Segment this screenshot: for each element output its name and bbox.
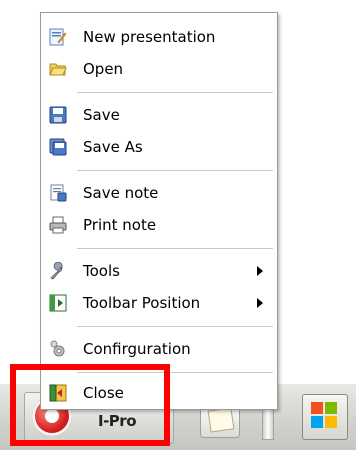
menu-separator [77, 326, 273, 327]
menu-item-save-note[interactable]: Save note [41, 179, 277, 207]
save-disk-icon [49, 106, 67, 124]
highlight-box [10, 364, 170, 446]
submenu-arrow-icon [257, 266, 263, 276]
windows-flag-icon [311, 402, 337, 428]
gear-icon [50, 340, 65, 357]
new-presentation-icon [49, 28, 67, 46]
toolbar-position-icon [49, 294, 67, 312]
context-menu: New presentation Open Save Save As Save … [40, 12, 278, 410]
menu-separator [77, 248, 273, 249]
printer-icon [49, 216, 67, 234]
save-as-icon [49, 138, 67, 156]
menu-item-label: Save note [83, 184, 159, 202]
menu-item-label: Print note [83, 216, 157, 234]
save-note-icon [50, 184, 67, 202]
submenu-arrow-icon [257, 298, 263, 308]
menu-item-label: New presentation [83, 28, 216, 46]
menu-item-label: Save As [83, 138, 143, 156]
menu-separator [77, 170, 273, 171]
menu-item-tools[interactable]: Tools [41, 257, 277, 285]
menu-item-configuration[interactable]: Confirguration [41, 335, 277, 363]
taskbar-grip[interactable] [262, 408, 274, 440]
menu-item-print-note[interactable]: Print note [41, 211, 277, 239]
menu-item-label: Confirguration [83, 340, 191, 358]
menu-item-label: Save [83, 106, 120, 124]
menu-item-label: Open [83, 60, 124, 78]
menu-item-open[interactable]: Open [41, 55, 277, 83]
wrench-icon [50, 262, 63, 280]
menu-item-toolbar-position[interactable]: Toolbar Position [41, 289, 277, 317]
menu-item-label: Toolbar Position [83, 294, 201, 312]
menu-item-save[interactable]: Save [41, 101, 277, 129]
menu-item-save-as[interactable]: Save As [41, 133, 277, 161]
menu-item-new-presentation[interactable]: New presentation [41, 23, 277, 51]
menu-separator [77, 92, 273, 93]
open-folder-icon [49, 63, 67, 76]
menu-item-label: Tools [83, 262, 120, 280]
